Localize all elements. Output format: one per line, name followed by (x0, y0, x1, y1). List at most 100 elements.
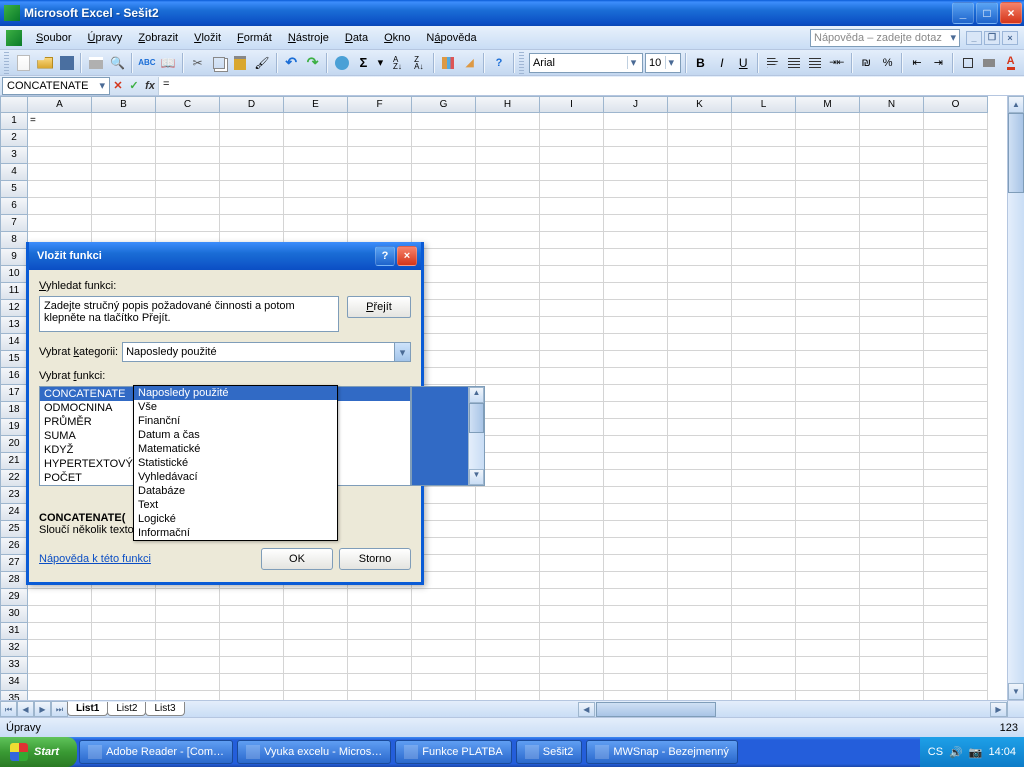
cell[interactable] (476, 657, 540, 674)
cell[interactable] (860, 538, 924, 555)
row-header[interactable]: 33 (0, 657, 28, 674)
cell[interactable] (732, 368, 796, 385)
cell[interactable] (924, 130, 988, 147)
cell[interactable] (540, 147, 604, 164)
cell[interactable] (924, 317, 988, 334)
tab-nav-first[interactable]: ⏮ (0, 701, 17, 717)
cell[interactable] (796, 147, 860, 164)
autosum-dd[interactable]: ▾ (375, 52, 386, 74)
cell[interactable] (796, 351, 860, 368)
cell[interactable] (92, 164, 156, 181)
cell[interactable] (796, 487, 860, 504)
cell[interactable] (860, 283, 924, 300)
row-header[interactable]: 35 (0, 691, 28, 700)
cell[interactable] (412, 640, 476, 657)
vertical-scrollbar[interactable]: ▲ ▼ (1007, 96, 1024, 700)
cell[interactable] (732, 300, 796, 317)
cell[interactable] (924, 232, 988, 249)
cell[interactable] (540, 368, 604, 385)
cell[interactable] (860, 249, 924, 266)
taskbar-button[interactable]: Vyuka excelu - Micros… (237, 740, 391, 764)
cell[interactable] (156, 640, 220, 657)
cell[interactable] (604, 419, 668, 436)
cell[interactable] (156, 657, 220, 674)
cell[interactable] (668, 368, 732, 385)
tray-icon[interactable]: 🔊 (949, 746, 963, 759)
cell[interactable] (732, 232, 796, 249)
name-box[interactable]: CONCATENATE▾ (2, 77, 110, 95)
row-header[interactable]: 6 (0, 198, 28, 215)
cell[interactable] (220, 640, 284, 657)
cell[interactable] (412, 589, 476, 606)
borders-button[interactable] (958, 52, 977, 74)
category-option[interactable]: Databáze (134, 484, 337, 498)
print-button[interactable] (86, 52, 105, 74)
maximize-button[interactable]: □ (976, 2, 998, 24)
cell[interactable] (476, 436, 540, 453)
cell[interactable] (796, 623, 860, 640)
cell[interactable] (476, 266, 540, 283)
cell[interactable] (668, 402, 732, 419)
cell[interactable] (412, 623, 476, 640)
cell[interactable] (476, 504, 540, 521)
cell[interactable] (540, 385, 604, 402)
cell[interactable] (220, 198, 284, 215)
research-button[interactable]: 📖 (159, 52, 178, 74)
cell[interactable] (284, 198, 348, 215)
cell[interactable] (732, 283, 796, 300)
cell[interactable] (540, 623, 604, 640)
cell[interactable] (796, 538, 860, 555)
autosum-button[interactable]: Σ (354, 52, 373, 74)
cell[interactable] (28, 691, 92, 700)
row-header[interactable]: 9 (0, 249, 28, 266)
cell[interactable] (732, 657, 796, 674)
cell[interactable] (924, 538, 988, 555)
taskbar-button[interactable]: Sešit2 (516, 740, 583, 764)
cell[interactable] (668, 470, 732, 487)
menu-formát[interactable]: Formát (229, 29, 280, 47)
category-option[interactable]: Matematické (134, 442, 337, 456)
cell[interactable] (28, 589, 92, 606)
column-header[interactable]: K (668, 96, 732, 113)
cell[interactable] (92, 691, 156, 700)
cell[interactable] (668, 419, 732, 436)
cell[interactable] (92, 130, 156, 147)
cut-button[interactable]: ✂ (188, 52, 207, 74)
cell[interactable] (732, 334, 796, 351)
cell[interactable] (796, 521, 860, 538)
cell[interactable] (156, 147, 220, 164)
row-header[interactable]: 20 (0, 436, 28, 453)
cell[interactable] (924, 470, 988, 487)
cell[interactable] (668, 266, 732, 283)
currency-button[interactable]: ₪ (857, 52, 876, 74)
doc-restore-button[interactable]: ❐ (984, 31, 1000, 45)
cell[interactable] (476, 334, 540, 351)
cell[interactable] (732, 215, 796, 232)
cell[interactable] (604, 538, 668, 555)
cell[interactable] (540, 487, 604, 504)
cell[interactable] (540, 334, 604, 351)
sort-desc-button[interactable]: ZA↓ (409, 52, 428, 74)
cell[interactable] (668, 504, 732, 521)
cell[interactable] (540, 283, 604, 300)
row-header[interactable]: 26 (0, 538, 28, 555)
close-button[interactable]: × (1000, 2, 1022, 24)
cell[interactable] (284, 657, 348, 674)
cell[interactable] (796, 657, 860, 674)
cell[interactable] (220, 606, 284, 623)
cell[interactable] (924, 504, 988, 521)
cell[interactable] (860, 691, 924, 700)
hscroll-thumb[interactable] (596, 702, 716, 717)
save-button[interactable] (57, 52, 76, 74)
category-option[interactable]: Statistické (134, 456, 337, 470)
cell[interactable] (604, 572, 668, 589)
cell[interactable] (28, 164, 92, 181)
cell[interactable] (540, 130, 604, 147)
cell[interactable] (284, 181, 348, 198)
cell[interactable] (860, 606, 924, 623)
cell[interactable] (476, 453, 540, 470)
cell[interactable] (220, 657, 284, 674)
cell[interactable] (220, 623, 284, 640)
cell[interactable] (540, 436, 604, 453)
row-header[interactable]: 12 (0, 300, 28, 317)
